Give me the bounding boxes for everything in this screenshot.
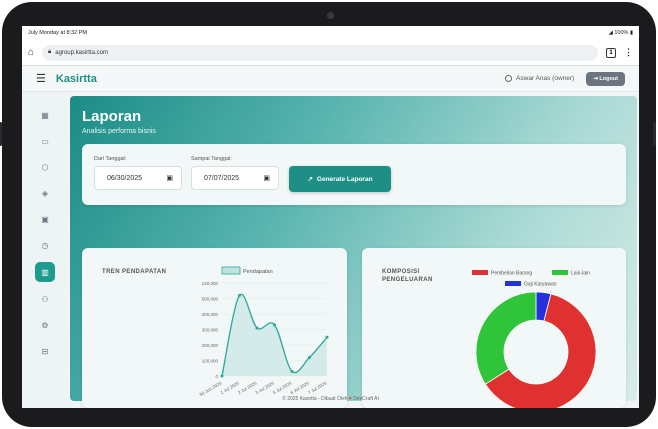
battery-indicator: ◢ 100% ▮	[608, 30, 633, 36]
front-camera	[327, 12, 334, 19]
to-date-label: Sampai Tanggal:	[191, 156, 232, 162]
y-tick-label: 300,000	[202, 328, 219, 333]
more-options-icon[interactable]: ⋮	[624, 47, 633, 58]
generate-report-button[interactable]: ↗ Generate Laporan	[289, 166, 391, 192]
legend-swatch[interactable]	[552, 270, 568, 275]
menu-icon[interactable]: ☰	[36, 72, 46, 85]
legend-label: Lain-lain	[571, 271, 590, 277]
y-tick-label: 200,000	[202, 343, 219, 348]
home-icon[interactable]: ⌂	[28, 47, 34, 58]
revenue-line-chart: Pendapatan 0 100,000 200,000 300,000 400,000…	[199, 266, 329, 397]
book-icon[interactable]: ⊟	[38, 344, 52, 358]
user-info[interactable]: Aswar Anas (owner)	[505, 75, 574, 82]
revenue-point[interactable]	[290, 369, 294, 373]
revenue-point[interactable]	[220, 374, 224, 378]
legend-label: Pembelian Barang	[491, 271, 532, 277]
sidebar: ▦ ▭ ⬡ ◈ ▣ ◷ ▥ ⚇ ⚙ ⊟	[22, 92, 68, 408]
calendar-icon: ▣	[263, 175, 270, 182]
heart-icon: ♥	[348, 396, 352, 402]
url-text: agroup.kasirtta.com	[55, 49, 108, 56]
pie-slice[interactable]	[475, 291, 537, 385]
users-icon[interactable]: ⚇	[38, 292, 52, 306]
report-icon[interactable]: ▥	[35, 262, 55, 282]
y-tick-label: 120,000	[202, 281, 219, 286]
settings-icon[interactable]: ⚙	[38, 318, 52, 332]
power-button	[653, 122, 656, 146]
y-tick-label: 400,000	[202, 312, 219, 317]
y-tick-label: 100,000	[202, 359, 219, 364]
y-tick-label: 500,000	[202, 297, 219, 302]
to-date-input[interactable]: 07/07/2025 ▣	[191, 166, 279, 190]
browser-toolbar: ⌂ 🔒︎ agroup.kasirtta.com 1 ⋮	[22, 40, 639, 66]
filter-card: Dari Tanggal: 06/30/2025 ▣ Sampai Tanggal…	[82, 144, 626, 205]
x-tick-label: 7 Jul 2025	[307, 380, 328, 395]
wallet-icon[interactable]: ▣	[38, 212, 52, 226]
footer: © 2025 Kasirtta - Dibuat Oleh ♥ DevCraft…	[282, 396, 379, 402]
status-time: July Monday at 8:32 PM	[28, 30, 88, 36]
dashboard-icon[interactable]: ▦	[38, 108, 52, 122]
revenue-trend-card: TREN PENDAPATAN Pendapatan 0 100,000 200,0…	[82, 248, 347, 408]
user-icon	[505, 75, 513, 82]
stock-icon[interactable]: ◈	[38, 186, 52, 200]
main-content: Laporan Analisis performa bisnis Dari Ta…	[68, 92, 639, 408]
legend-label-pendapatan: Pendapatan	[243, 269, 273, 275]
address-bar[interactable]: 🔒︎ agroup.kasirtta.com	[42, 44, 598, 61]
user-name: Aswar Anas (owner)	[516, 75, 575, 82]
trend-icon: ↗	[307, 176, 313, 183]
revenue-point[interactable]	[308, 355, 311, 359]
logout-button[interactable]: ⇥ Logout	[586, 71, 625, 86]
x-tick-label: 30 Jun 2025	[199, 380, 223, 397]
legend-swatch[interactable]	[472, 270, 488, 275]
revenue-point[interactable]	[325, 335, 329, 339]
revenue-point[interactable]	[273, 323, 276, 327]
expense-composition-card: KOMPOSISI PENGELUARAN Pembelian Barang Lai…	[362, 248, 626, 408]
product-icon[interactable]: ⬡	[38, 160, 52, 174]
status-bar: July Monday at 8:32 PM ◢ 100% ▮	[22, 26, 639, 40]
page-title: Laporan	[82, 108, 142, 125]
from-date-input[interactable]: 06/30/2025 ▣	[94, 166, 182, 190]
tablet-frame: July Monday at 8:32 PM ◢ 100% ▮ ⌂ 🔒︎ agr…	[0, 2, 656, 427]
revenue-point[interactable]	[238, 293, 241, 297]
screen: July Monday at 8:32 PM ◢ 100% ▮ ⌂ 🔒︎ agr…	[22, 26, 639, 408]
history-icon[interactable]: ◷	[38, 238, 52, 252]
legend-label: Gaji Karyawan	[524, 282, 557, 288]
revenue-area	[222, 294, 327, 376]
cashier-icon[interactable]: ▭	[38, 134, 52, 148]
y-tick-label: 0	[215, 374, 218, 379]
report-hero: Laporan Analisis performa bisnis Dari Ta…	[70, 96, 637, 408]
legend-swatch[interactable]	[505, 281, 521, 286]
volume-button	[0, 122, 2, 146]
from-date-label: Dari Tanggal:	[94, 156, 127, 162]
app-header: ☰ Kasirtta Aswar Anas (owner) ⇥ Logout	[22, 66, 639, 92]
lock-icon: 🔒︎	[48, 49, 52, 55]
tab-switcher-button[interactable]: 1	[606, 47, 616, 58]
brand-logo[interactable]: Kasirtta	[56, 73, 505, 85]
calendar-icon: ▣	[166, 175, 173, 182]
expense-pie-chart: Pembelian Barang Lain-lain Gaji Karyawan	[472, 270, 597, 408]
page-subtitle: Analisis performa bisnis	[82, 128, 156, 135]
legend-swatch-pendapatan[interactable]	[221, 266, 241, 275]
revenue-point[interactable]	[255, 326, 259, 330]
